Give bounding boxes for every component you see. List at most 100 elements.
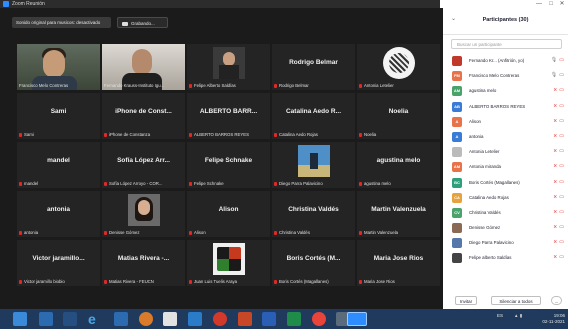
video-tile[interactable]: Noelia Noelia bbox=[357, 93, 440, 139]
zoom-taskbar-icon[interactable] bbox=[347, 312, 367, 326]
tile-name: antonia bbox=[46, 206, 71, 213]
paint-icon[interactable] bbox=[163, 312, 177, 326]
opera-icon[interactable] bbox=[213, 312, 227, 326]
video-off-icon: ▭ bbox=[559, 163, 564, 170]
video-tile[interactable]: Felipe Schnake Felipe Schnake bbox=[187, 142, 270, 188]
participant-row[interactable]: A Alison ⨯ ▭ bbox=[443, 114, 568, 129]
participant-row[interactable]: BC Boris Cortés (Magallanes) ⨯ ▭ bbox=[443, 175, 568, 190]
video-tile[interactable]: Juan Luis Tuelis Araya bbox=[187, 240, 270, 286]
participant-name: Francisco Melo Contreras bbox=[469, 73, 520, 79]
avatar: AM bbox=[452, 86, 462, 97]
video-tile[interactable]: Maria Jose Rios Maria Jose Rios bbox=[357, 240, 440, 286]
video-tile[interactable]: Matias Rivera -... Matias Rivera - FEUCN bbox=[102, 240, 185, 286]
tile-label: Antonia Letelier bbox=[359, 83, 438, 88]
language-indicator[interactable]: ES bbox=[497, 313, 503, 319]
participant-name: Alison bbox=[469, 118, 481, 124]
video-tile[interactable]: Catalina Aedo R... Catalina Aedo Rojas bbox=[272, 93, 355, 139]
avatar: AB bbox=[452, 101, 462, 112]
profile-picture bbox=[212, 47, 245, 79]
video-tile[interactable]: Fernando Krauss-Instituto Igu... bbox=[102, 44, 185, 90]
file-explorer-icon[interactable] bbox=[114, 312, 128, 326]
outlook-icon[interactable] bbox=[188, 312, 202, 326]
participant-name: Catalina Aedo Rojas bbox=[469, 194, 509, 200]
chrome-icon[interactable] bbox=[312, 312, 326, 326]
video-tile[interactable]: Boris Cortés (M... Boris Cortés (Magalla… bbox=[272, 240, 355, 286]
video-tile[interactable]: Antonia Letelier bbox=[357, 44, 440, 90]
muted-mic-icon bbox=[274, 181, 277, 186]
video-tile[interactable]: antonia antonia bbox=[17, 191, 100, 237]
participant-status: ⨯ ▭ bbox=[553, 103, 564, 109]
participant-search-input[interactable]: Buscar un participante bbox=[451, 39, 562, 49]
tray-icons[interactable]: ▲ ▮ bbox=[514, 313, 522, 319]
video-tile[interactable]: mandel mandel bbox=[17, 142, 100, 188]
minimize-button[interactable]: — bbox=[533, 0, 545, 8]
participant-name: Boris Cortés (Magallanes) bbox=[469, 179, 520, 185]
excel-icon[interactable] bbox=[287, 312, 301, 326]
video-tile[interactable]: Denisse Gómez bbox=[102, 191, 185, 237]
task-view-icon[interactable] bbox=[39, 312, 53, 326]
muted-mic-icon: ⨯ bbox=[553, 239, 558, 246]
original-sound-toggle[interactable]: Sonido original para musicos: desactivad… bbox=[12, 17, 111, 28]
participant-row[interactable]: Diego Parra Palavicino ⨯ ▭ bbox=[443, 235, 568, 250]
powerpoint-icon[interactable] bbox=[238, 312, 252, 326]
close-button[interactable]: ✕ bbox=[556, 0, 568, 8]
participants-panel: ⌄ Participantes (30) Buscar un participa… bbox=[443, 8, 568, 309]
muted-mic-icon: ⨯ bbox=[553, 117, 558, 124]
muted-mic-icon bbox=[104, 132, 107, 137]
participant-row[interactable]: AM Antonia miranda ⨯ ▭ bbox=[443, 159, 568, 174]
tile-name: Boris Cortés (M... bbox=[286, 255, 341, 262]
participant-row[interactable]: AM agustina melo ⨯ ▭ bbox=[443, 83, 568, 98]
tile-name: Rodrigo Belmar bbox=[289, 59, 338, 66]
participant-name: Fernando Kr... (Anfitrión, yo) bbox=[469, 58, 525, 63]
tile-name: Victor jaramillo... bbox=[32, 255, 85, 262]
muted-mic-icon: ⨯ bbox=[553, 254, 558, 261]
video-tile[interactable]: agustina melo agustina melo bbox=[357, 142, 440, 188]
video-gallery: Francisco Melo Contreras Fernando Krauss… bbox=[17, 44, 441, 294]
tile-name: Christina Valdés bbox=[288, 206, 339, 213]
participant-row[interactable]: AB ALBERTO BARROS REYES ⨯ ▭ bbox=[443, 99, 568, 114]
participant-status: ⨯ ▭ bbox=[553, 179, 564, 185]
video-tile[interactable]: Christina Valdés Christina Valdés bbox=[272, 191, 355, 237]
participant-row[interactable]: A antonia ⨯ ▭ bbox=[443, 129, 568, 144]
start-button-icon[interactable] bbox=[13, 312, 27, 326]
participant-row[interactable]: CA Catalina Aedo Rojas ⨯ ▭ bbox=[443, 190, 568, 205]
more-options-button[interactable]: ... bbox=[551, 296, 562, 305]
tile-label: Francisco Melo Contreras bbox=[19, 83, 69, 88]
video-tile[interactable]: Rodrigo Belmar Rodrigo Belmar bbox=[272, 44, 355, 90]
participant-row[interactable]: FM Francisco Melo Contreras 🎙 ▭ bbox=[443, 68, 568, 83]
tile-name: mandel bbox=[47, 157, 70, 164]
participant-row[interactable]: Denisse Gómez ⨯ ▭ bbox=[443, 220, 568, 235]
video-tile[interactable]: Francisco Melo Contreras bbox=[17, 44, 100, 90]
participant-name: Antonia miranda bbox=[469, 164, 501, 170]
video-off-icon: ▭ bbox=[559, 148, 564, 155]
invite-button[interactable]: Invitar bbox=[455, 296, 477, 305]
video-tile[interactable]: Martin Valenzuela Martin Valenzuela bbox=[357, 191, 440, 237]
participant-row[interactable]: Antonia Letelier ⨯ ▭ bbox=[443, 144, 568, 159]
muted-mic-icon bbox=[359, 83, 362, 88]
video-tile[interactable]: Felipe Alberto Saldías bbox=[187, 44, 270, 90]
clock[interactable]: 19:06 02-11-2021 bbox=[535, 313, 565, 325]
tile-name: Sami bbox=[50, 108, 67, 115]
recording-indicator[interactable]: Grabando... bbox=[117, 17, 168, 28]
media-player-icon[interactable] bbox=[63, 312, 77, 326]
video-tile[interactable]: Alison Alison bbox=[187, 191, 270, 237]
video-tile[interactable]: Victor jaramillo... Victor jaramillo bio… bbox=[17, 240, 100, 286]
participant-row[interactable]: Felipe alberto Saldías ⨯ ▭ bbox=[443, 250, 568, 265]
media-center-icon[interactable] bbox=[139, 312, 153, 326]
video-icon: ▭ bbox=[559, 57, 564, 63]
tile-label: Felipe Alberto Saldías bbox=[189, 83, 268, 88]
internet-explorer-icon[interactable]: e bbox=[88, 312, 102, 326]
clock-date: 02-11-2021 bbox=[542, 319, 565, 324]
video-tile[interactable]: iPhone de Const... iPhone de Constanza bbox=[102, 93, 185, 139]
participant-name: Felipe alberto Saldías bbox=[469, 255, 512, 261]
word-icon[interactable] bbox=[262, 312, 276, 326]
video-tile[interactable]: ALBERTO BARR... ALBERTO BARROS REYES bbox=[187, 93, 270, 139]
participant-name: Diego Parra Palavicino bbox=[469, 240, 514, 246]
mute-all-button[interactable]: Silenciar a todos bbox=[491, 296, 541, 305]
participant-row[interactable]: Fernando Kr... (Anfitrión, yo) 🎙 ▭ bbox=[443, 53, 568, 68]
video-tile[interactable]: Sami Sami bbox=[17, 93, 100, 139]
video-tile[interactable]: Diego Parra Palavicino bbox=[272, 142, 355, 188]
video-tile[interactable]: Sofía López Arr... Sofía López Arroyo - … bbox=[102, 142, 185, 188]
participant-row[interactable]: CV Christina Valdés ⨯ ▭ bbox=[443, 205, 568, 220]
video-off-icon: ▭ bbox=[559, 102, 564, 109]
